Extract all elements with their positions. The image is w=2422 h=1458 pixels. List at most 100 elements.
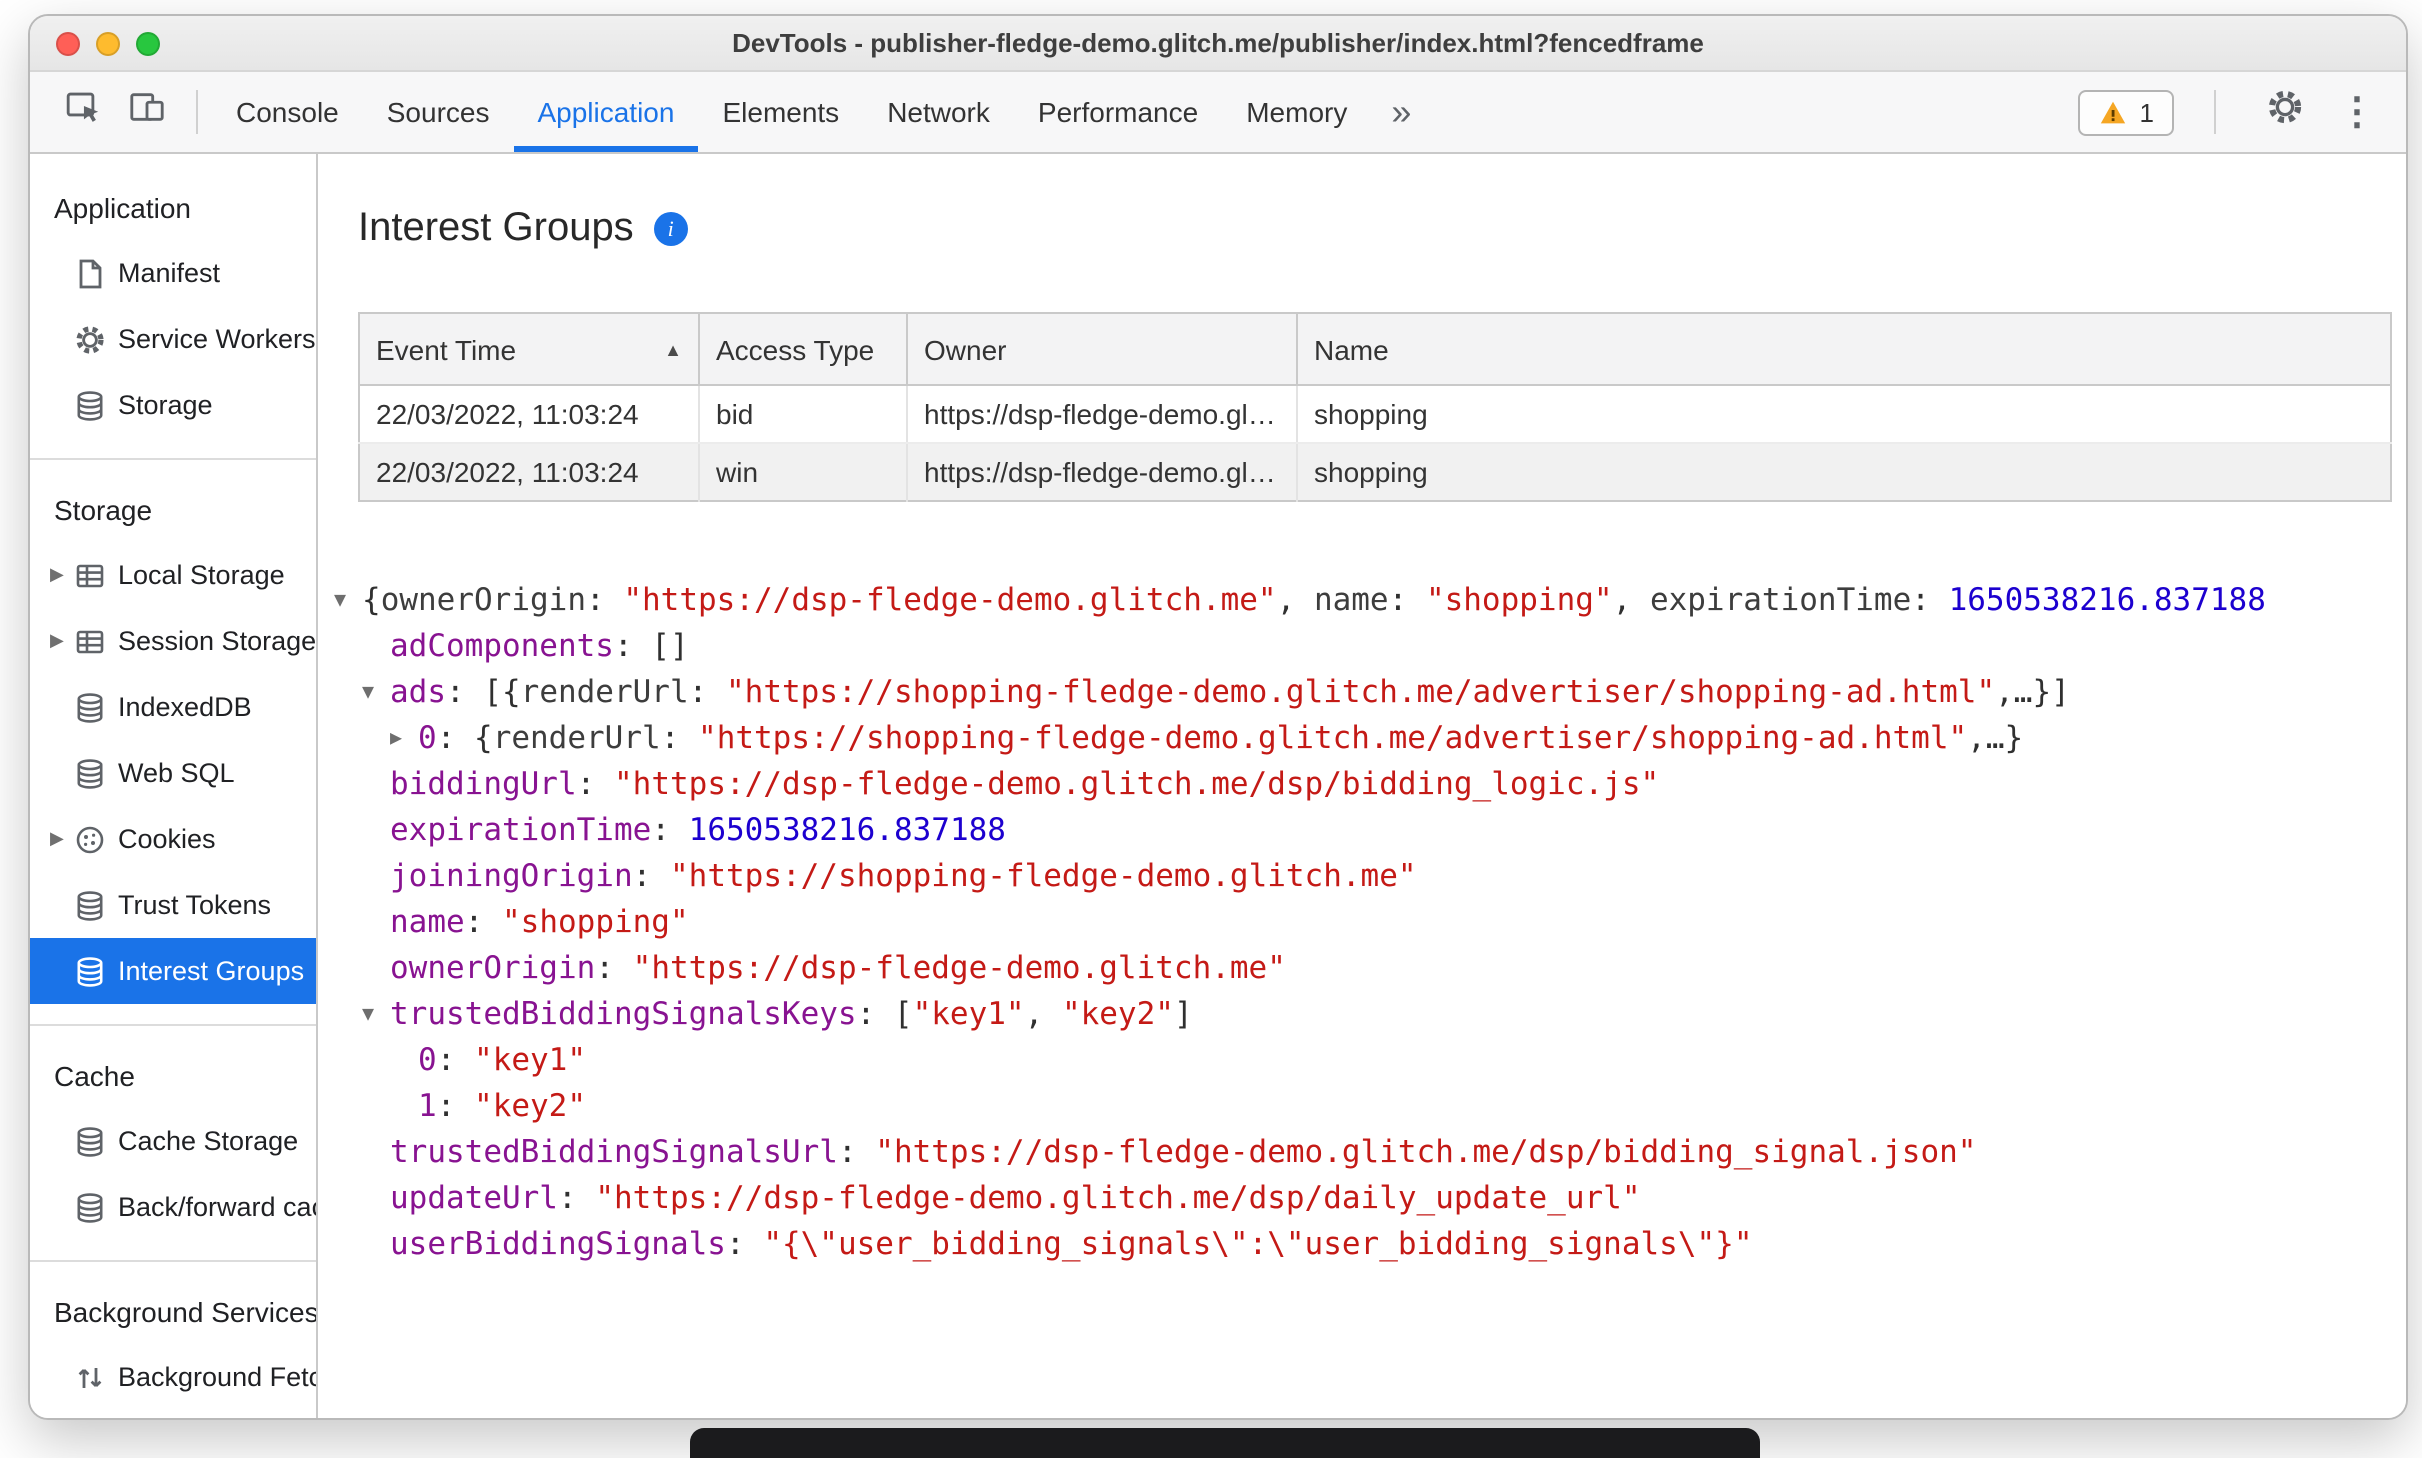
tree-line[interactable]: updateUrl: "https://dsp-fledge-demo.glit… <box>334 1176 2406 1222</box>
sidebar-item-back-forward-cache[interactable]: Back/forward cache <box>30 1174 316 1240</box>
property-name: userBiddingSignals <box>390 1226 726 1262</box>
toolbar-separator <box>2214 90 2216 134</box>
sidebar-item-label: IndexedDB <box>118 692 252 722</box>
manifest-icon <box>74 257 106 289</box>
tree-line[interactable]: trustedBiddingSignalsUrl: "https://dsp-f… <box>334 1130 2406 1176</box>
syntax-text: : { <box>436 720 493 756</box>
warning-icon <box>2098 97 2128 127</box>
property-name: adComponents <box>390 628 614 664</box>
table-row[interactable]: 22/03/2022, 11:03:24 win https://dsp-fledg… <box>359 443 2391 501</box>
gear-icon <box>2265 88 2303 136</box>
sidebar-item-label: Interest Groups <box>118 956 305 986</box>
tree-line[interactable]: joiningOrigin: "https://shopping-fledge-… <box>334 854 2406 900</box>
syntax-text: ,…}] <box>1995 674 2070 710</box>
sidebar-item-indexeddb[interactable]: IndexedDB <box>30 674 316 740</box>
syntax-text: : <box>660 720 699 756</box>
tab-sources[interactable]: Sources <box>363 72 514 152</box>
tree-line[interactable]: 1: "key2" <box>334 1084 2406 1130</box>
more-options-menu-button[interactable]: ⋮ <box>2338 89 2376 135</box>
tab-elements[interactable]: Elements <box>698 72 863 152</box>
sidebar-item-label: Manifest <box>118 258 221 288</box>
close-button[interactable] <box>56 31 80 55</box>
collapse-arrow-icon[interactable]: ▼ <box>362 670 390 716</box>
column-header-event-time[interactable]: Event Time ▲ <box>359 313 700 386</box>
sidebar-item-trust-tokens[interactable]: Trust Tokens <box>30 872 316 938</box>
syntax-text: : <box>688 674 726 710</box>
sidebar-item-session-storage[interactable]: ▶ Session Storage <box>30 608 316 674</box>
sidebar-item-label: Web SQL <box>118 758 235 788</box>
info-icon[interactable]: i <box>653 212 688 246</box>
grid-icon <box>74 625 106 657</box>
sidebar-item-label: Session Storage <box>118 626 316 656</box>
column-header-access-type[interactable]: Access Type <box>699 313 908 386</box>
more-tabs-button[interactable]: » <box>1371 72 1431 152</box>
devtools-tabs: Console Sources Application Elements Network… <box>212 72 1371 152</box>
name-cell: shopping <box>1297 443 2391 501</box>
tree-line[interactable]: ▼ trustedBiddingSignalsKeys: ["key1", "ke… <box>334 992 2406 1038</box>
minimize-button[interactable] <box>96 31 120 55</box>
sidebar-item-local-storage[interactable]: ▶ Local Storage <box>30 542 316 608</box>
issues-button[interactable]: 1 <box>2077 89 2174 135</box>
syntax-text: , <box>1612 582 1650 618</box>
sidebar-item-background-fetch[interactable]: Background Fetch <box>30 1344 316 1410</box>
expand-arrow-icon[interactable]: ▶ <box>390 716 418 762</box>
sidebar-section-title: Cache <box>54 1059 135 1091</box>
sidebar-item-interest-groups[interactable]: Interest Groups <box>30 938 316 1004</box>
column-label: Access Type <box>716 333 875 365</box>
tab-application[interactable]: Application <box>513 72 699 152</box>
window-title: DevTools - publisher-fledge-demo.glitch.… <box>732 28 1704 58</box>
syntax-text: : [{ <box>446 674 521 710</box>
syntax-text: { <box>362 582 381 618</box>
expand-arrow-icon[interactable]: ▶ <box>50 828 74 850</box>
table-row[interactable]: 22/03/2022, 11:03:24 bid https://dsp-fledg… <box>359 385 2391 444</box>
tree-line[interactable]: ▼ ads: [{renderUrl: "https://shopping-fle… <box>334 670 2406 716</box>
window-titlebar[interactable]: DevTools - publisher-fledge-demo.glitch.… <box>30 16 2406 72</box>
number-value: 1650538216.837188 <box>1948 582 2266 618</box>
tab-network[interactable]: Network <box>863 72 1014 152</box>
collapse-arrow-icon[interactable]: ▼ <box>362 992 390 1038</box>
syntax-text: , <box>1276 582 1314 618</box>
tree-line[interactable]: ▼ {ownerOrigin: "https://dsp-fledge-demo.… <box>334 578 2406 624</box>
tab-console[interactable]: Console <box>212 72 363 152</box>
database-icon <box>74 389 106 421</box>
interest-group-details-tree: ▼ {ownerOrigin: "https://dsp-fledge-demo.… <box>334 578 2406 1268</box>
sidebar-item-web-sql[interactable]: Web SQL <box>30 740 316 806</box>
column-label: Event Time <box>376 333 517 365</box>
sidebar-item-cookies[interactable]: ▶ Cookies <box>30 806 316 872</box>
column-header-name[interactable]: Name <box>1297 313 2391 386</box>
collapse-arrow-icon[interactable]: ▼ <box>334 578 362 624</box>
syntax-text: : <box>651 812 689 848</box>
property-name: biddingUrl <box>390 766 577 802</box>
tree-line[interactable]: name: "shopping" <box>334 900 2406 946</box>
column-header-owner[interactable]: Owner <box>907 313 1298 386</box>
sort-asc-icon: ▲ <box>664 339 682 359</box>
string-value: "{\"user_bidding_signals\":\"user_biddin… <box>763 1226 1753 1262</box>
inspect-element-button[interactable] <box>54 86 110 138</box>
string-value: "key1" <box>912 996 1025 1032</box>
tree-line[interactable]: ▶ 0: {renderUrl: "https://shopping-fledge… <box>334 716 2406 762</box>
settings-gear-button[interactable] <box>2256 86 2312 138</box>
tree-line[interactable]: 0: "key1" <box>334 1038 2406 1084</box>
string-value: "https://shopping-fledge-demo.glitch.me/… <box>726 674 1996 710</box>
sidebar-item-cache-storage[interactable]: Cache Storage <box>30 1108 316 1174</box>
traffic-lights <box>56 16 160 70</box>
expand-arrow-icon[interactable]: ▶ <box>50 630 74 652</box>
issues-count: 1 <box>2139 97 2154 127</box>
sidebar-item-manifest[interactable]: Manifest <box>30 240 316 306</box>
tree-line[interactable]: adComponents: [] <box>334 624 2406 670</box>
expand-arrow-icon[interactable]: ▶ <box>50 564 74 586</box>
zoom-button[interactable] <box>136 31 160 55</box>
sidebar-item-service-workers[interactable]: Service Workers <box>30 306 316 372</box>
string-value: "key1" <box>474 1042 587 1078</box>
device-toolbar-button[interactable] <box>118 86 174 138</box>
tab-memory[interactable]: Memory <box>1222 72 1371 152</box>
tree-line[interactable]: userBiddingSignals: "{\"user_bidding_sig… <box>334 1222 2406 1268</box>
tree-line[interactable]: ownerOrigin: "https://dsp-fledge-demo.gl… <box>334 946 2406 992</box>
sidebar-item-storage[interactable]: Storage <box>30 372 316 438</box>
sidebar-item-label: Cookies <box>118 824 216 854</box>
tab-performance[interactable]: Performance <box>1014 72 1222 152</box>
sidebar-item-label: Service Workers <box>118 324 316 354</box>
name-cell: shopping <box>1297 385 2391 444</box>
tree-line[interactable]: biddingUrl: "https://dsp-fledge-demo.gli… <box>334 762 2406 808</box>
tree-line[interactable]: expirationTime: 1650538216.837188 <box>334 808 2406 854</box>
